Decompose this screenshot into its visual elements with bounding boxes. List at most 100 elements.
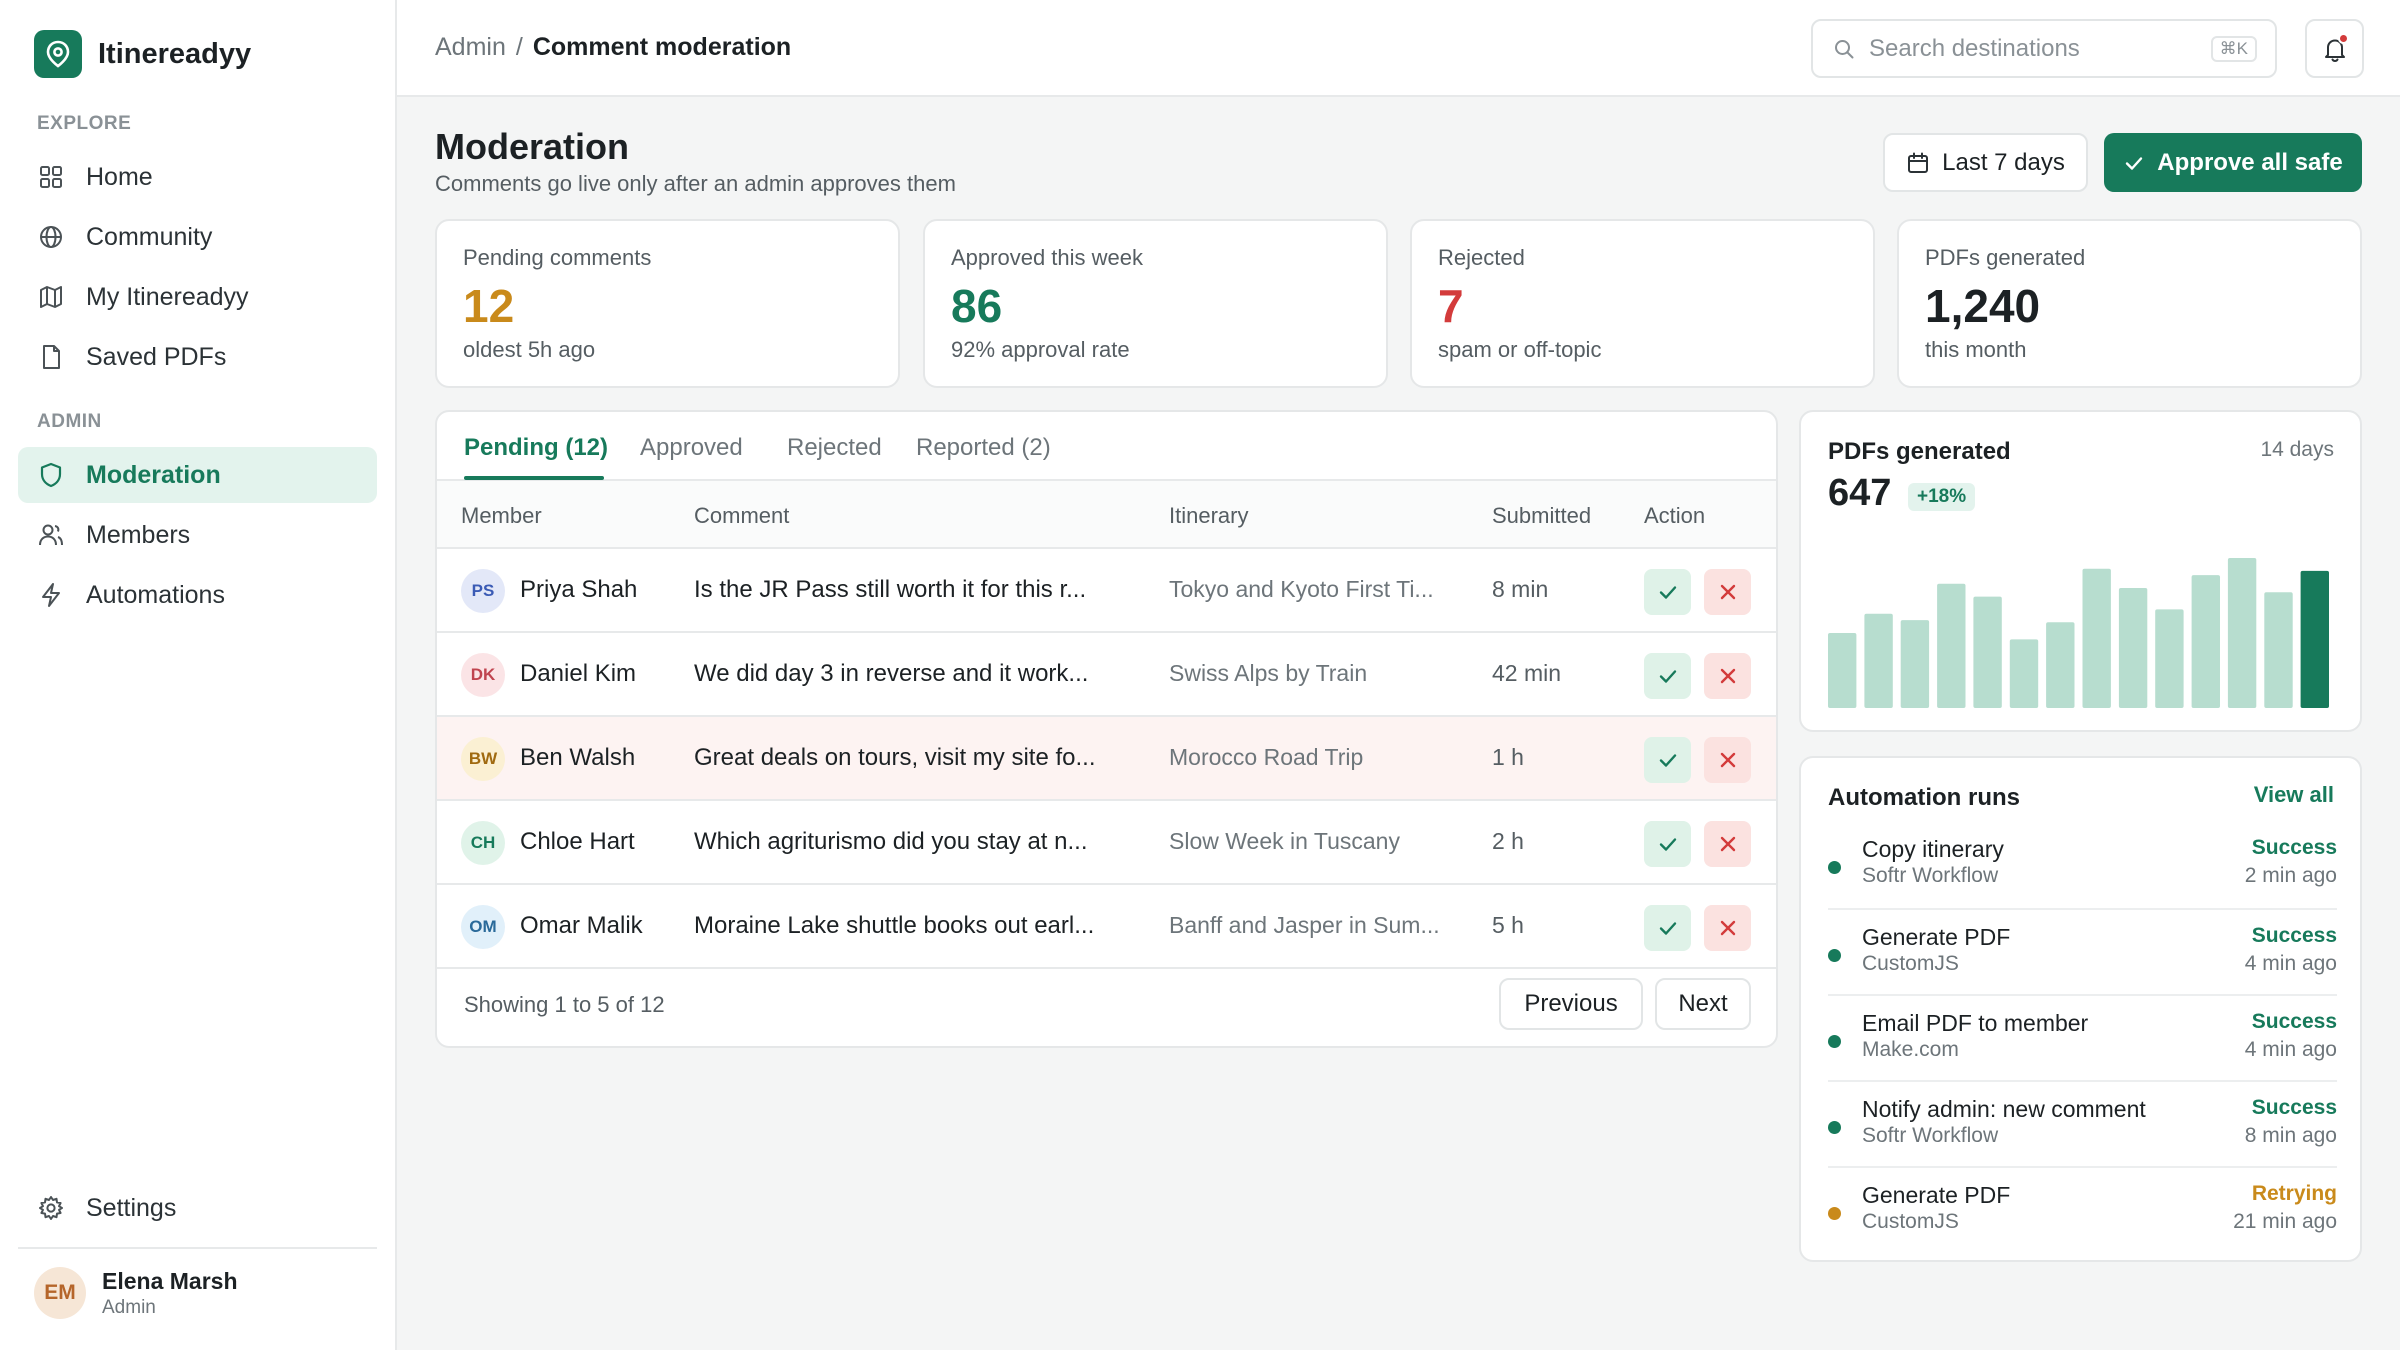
breadcrumb-root[interactable]: Admin — [435, 33, 506, 62]
run-time: 2 min ago — [2244, 864, 2337, 887]
chart-bar — [1937, 583, 1966, 708]
next-page-button[interactable]: Next — [1655, 978, 1751, 1030]
table-header: Member Comment Itinerary Submitted Actio… — [437, 481, 1776, 549]
reject-button[interactable] — [1704, 821, 1751, 867]
sidebar-item-label: Saved PDFs — [86, 342, 227, 371]
run-time: 4 min ago — [2244, 1038, 2337, 1061]
stat-value: 86 — [951, 280, 1003, 332]
table-row[interactable]: OM Omar Malik Moraine Lake shuttle books… — [437, 885, 1776, 969]
stat-note: oldest 5h ago — [463, 337, 596, 362]
automation-run-item[interactable]: Notify admin: new comment Softr Workflow S… — [1828, 1080, 2337, 1166]
column-header-action: Action — [1644, 503, 1706, 528]
itinerary-name[interactable]: Swiss Alps by Train — [1169, 660, 1367, 687]
date-range-button[interactable]: Last 7 days — [1883, 133, 2088, 192]
itinerary-name[interactable]: Morocco Road Trip — [1169, 744, 1363, 771]
bolt-icon — [36, 580, 66, 610]
column-header-submitted[interactable]: Submitted — [1492, 503, 1591, 529]
reject-button[interactable] — [1704, 569, 1751, 615]
search-box[interactable]: ⌘K — [1811, 19, 2277, 78]
status-dot — [1828, 861, 1841, 874]
run-status: Success — [2251, 1096, 2337, 1119]
reject-button[interactable] — [1704, 737, 1751, 783]
stat-card-pending: Pending comments 12 oldest 5h ago — [435, 219, 900, 388]
breadcrumb-current: Comment moderation — [532, 33, 792, 61]
run-status: Success — [2251, 924, 2337, 947]
run-source: Make.com — [1862, 1038, 1959, 1061]
close-icon — [1720, 584, 1735, 600]
itinerary-name[interactable]: Tokyo and Kyoto First Ti... — [1169, 576, 1434, 603]
chart-bar — [2046, 622, 2075, 708]
column-header-comment[interactable]: Comment — [694, 503, 789, 529]
notifications-button[interactable] — [2305, 19, 2364, 78]
submitted-time: 42 min — [1492, 660, 1562, 686]
approve-button[interactable] — [1644, 905, 1691, 951]
previous-page-button[interactable]: Previous — [1499, 978, 1643, 1030]
status-dot — [1828, 949, 1841, 962]
table-row[interactable]: PS Priya Shah Is the JR Pass still worth… — [437, 549, 1776, 633]
pdfs-bar-chart — [1828, 558, 2329, 708]
sidebar-item-community[interactable]: Community — [18, 209, 377, 265]
approve-button[interactable] — [1644, 737, 1691, 783]
sidebar-item-home[interactable]: Home — [18, 149, 377, 205]
comment-text[interactable]: We did day 3 in reverse and it work... — [694, 660, 1088, 688]
sidebar-item-label: My Itinereadyy — [86, 282, 249, 311]
automation-run-item[interactable]: Email PDF to member Make.com Success 4 min … — [1828, 994, 2337, 1080]
member-name: Ben Walsh — [520, 744, 636, 771]
approve-all-safe-button[interactable]: Approve all safe — [2104, 133, 2362, 192]
approve-button[interactable] — [1644, 821, 1691, 867]
run-source: CustomJS — [1862, 1210, 1959, 1233]
map-icon — [36, 282, 66, 312]
reject-button[interactable] — [1704, 653, 1751, 699]
check-icon — [2123, 152, 2145, 174]
user-name: Elena Marsh — [102, 1267, 238, 1294]
comment-text[interactable]: Which agriturismo did you stay at n... — [694, 828, 1088, 856]
tab-reported[interactable]: Reported (2) — [916, 434, 1051, 462]
automation-run-item[interactable]: Generate PDF CustomJS Success 4 min ago — [1828, 908, 2337, 994]
itinerary-name[interactable]: Banff and Jasper in Sum... — [1169, 912, 1440, 939]
approve-button[interactable] — [1644, 653, 1691, 699]
tab-rejected[interactable]: Rejected — [787, 434, 882, 462]
tab-approved[interactable]: Approved — [640, 434, 743, 462]
reject-button[interactable] — [1704, 905, 1751, 951]
tab-pending[interactable]: Pending (12) — [464, 434, 608, 462]
run-source: CustomJS — [1862, 952, 1959, 975]
sidebar-item-moderation[interactable]: Moderation — [18, 447, 377, 503]
sidebar-item-label: Automations — [86, 580, 225, 609]
automation-run-item[interactable]: Generate PDF CustomJS Retrying 21 min ago — [1828, 1166, 2337, 1252]
search-input[interactable] — [1869, 34, 2189, 63]
approve-button[interactable] — [1644, 569, 1691, 615]
sidebar-item-saved-pdfs[interactable]: Saved PDFs — [18, 329, 377, 385]
close-icon — [1720, 668, 1735, 684]
sidebar-item-members[interactable]: Members — [18, 507, 377, 563]
sidebar-item-label: Settings — [86, 1193, 177, 1222]
sidebar-item-settings[interactable]: Settings — [18, 1180, 377, 1236]
status-dot — [1828, 1207, 1841, 1220]
automation-runs-card: Automation runs View all Copy itinerary S… — [1799, 756, 2362, 1262]
stat-value: 12 — [463, 280, 515, 332]
view-all-link[interactable]: View all — [2254, 782, 2334, 808]
brand[interactable]: Itinereadyy — [34, 30, 251, 78]
table-row[interactable]: CH Chloe Hart Which agriturismo did you … — [437, 801, 1776, 885]
itinerary-name[interactable]: Slow Week in Tuscany — [1169, 828, 1400, 855]
close-icon — [1720, 752, 1735, 768]
submitted-time: 1 h — [1492, 744, 1524, 770]
map-pin-icon — [34, 30, 82, 78]
sidebar-item-my-itinereadyy[interactable]: My Itinereadyy — [18, 269, 377, 325]
run-status: Success — [2251, 1010, 2337, 1033]
column-header-member[interactable]: Member — [461, 503, 542, 529]
automation-run-item[interactable]: Copy itinerary Softr Workflow Success 2 min… — [1828, 822, 2337, 908]
member-name: Daniel Kim — [520, 660, 637, 687]
run-name: Notify admin: new comment — [1862, 1096, 2146, 1122]
sidebar-divider — [18, 1247, 377, 1249]
sidebar-item-automations[interactable]: Automations — [18, 567, 377, 623]
user-profile[interactable]: EM Elena Marsh Admin — [34, 1267, 238, 1319]
table-row[interactable]: BW Ben Walsh Great deals on tours, visit… — [437, 717, 1776, 801]
comment-text[interactable]: Is the JR Pass still worth it for this r… — [694, 576, 1086, 604]
column-header-itinerary[interactable]: Itinerary — [1169, 503, 1248, 529]
comment-text[interactable]: Great deals on tours, visit my site fo..… — [694, 744, 1095, 772]
table-row[interactable]: DK Daniel Kim We did day 3 in reverse an… — [437, 633, 1776, 717]
stat-card-pdfs: PDFs generated 1,240 this month — [1897, 219, 2362, 388]
chart-bar — [1900, 620, 1930, 708]
comment-text[interactable]: Moraine Lake shuttle books out earl... — [694, 912, 1094, 940]
tab-bar: Pending (12) Approved Rejected Reported … — [437, 412, 1776, 481]
